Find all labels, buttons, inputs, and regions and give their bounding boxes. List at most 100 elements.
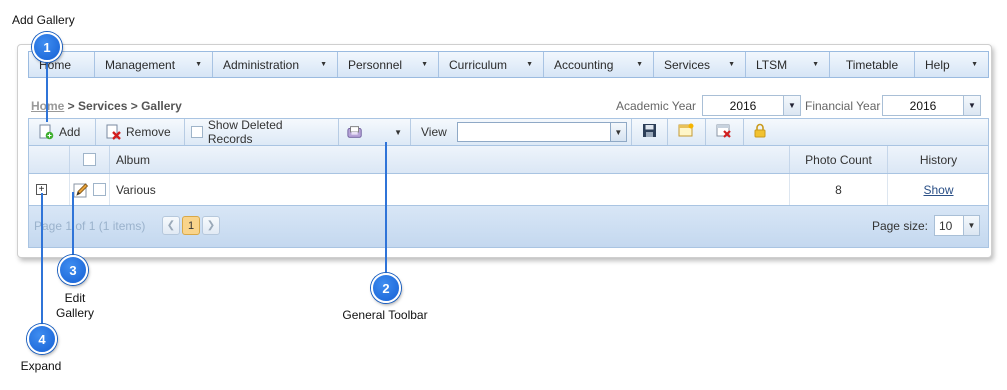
chevron-down-icon: ▼: [394, 127, 402, 137]
callout-2-badge: 2: [371, 273, 401, 303]
breadcrumb: Home > Services > Gallery: [31, 99, 182, 113]
export-menu-button[interactable]: ▼: [339, 119, 411, 145]
menu-item-personnel[interactable]: Personnel ▼: [338, 52, 439, 77]
menu-item-label: Management: [105, 57, 176, 72]
menu-item-label: Personnel: [348, 57, 403, 72]
new-view-icon: [678, 123, 694, 141]
dropdown-arrow-icon: ▼: [421, 61, 428, 68]
history-show-link[interactable]: Show: [923, 183, 953, 197]
menu-item-management[interactable]: Management ▼: [95, 52, 213, 77]
academic-year-label: Academic Year: [616, 99, 697, 113]
lock-view-button[interactable]: [744, 119, 777, 145]
callout-2-line: [385, 142, 387, 274]
remove-button[interactable]: Remove: [96, 119, 185, 145]
page-size-select[interactable]: 10 ▼: [934, 215, 980, 236]
dropdown-arrow-icon: ▼: [195, 61, 202, 68]
table-row: + Various 8 Show: [28, 174, 989, 205]
menu-item-timetable[interactable]: Timetable: [830, 52, 915, 77]
dropdown-arrow-icon: ▼: [636, 61, 643, 68]
callout-3-badge: 3: [58, 255, 88, 285]
export-icon: [347, 124, 363, 140]
chevron-down-icon[interactable]: ▼: [783, 96, 800, 115]
general-toolbar: Add Remove Show Deleted Records ▼ View ▼: [28, 118, 989, 146]
dropdown-arrow-icon: ▼: [320, 61, 327, 68]
financial-year-select[interactable]: 2016 ▼: [882, 95, 981, 116]
show-deleted-label: Show Deleted Records: [207, 118, 283, 146]
menu-item-label: Administration: [223, 57, 300, 72]
menu-item-label: Help: [925, 57, 950, 72]
menu-item-services[interactable]: Services ▼: [654, 52, 746, 77]
menu-item-administration[interactable]: Administration ▼: [213, 52, 338, 77]
menu-item-label: Curriculum: [449, 57, 508, 72]
chevron-down-icon[interactable]: ▼: [963, 96, 980, 115]
next-page-button[interactable]: ❯: [202, 216, 220, 235]
select-all-checkbox[interactable]: [83, 153, 96, 166]
show-deleted-checkbox[interactable]: [191, 126, 203, 138]
menu-item-label: Accounting: [554, 57, 614, 72]
grid-header-row: Album Photo Count History: [28, 146, 989, 174]
header-expand-column: [29, 146, 69, 173]
callout-4-badge: 4: [27, 324, 57, 354]
header-history[interactable]: History: [887, 146, 989, 173]
view-select[interactable]: ▼: [456, 122, 627, 142]
menu-item-label: Services: [664, 57, 711, 72]
save-view-button[interactable]: [630, 119, 668, 145]
view-label-cell: View: [411, 119, 457, 145]
photo-count-value: 8: [835, 182, 842, 197]
dropdown-arrow-icon: ▼: [728, 61, 735, 68]
edit-pencil-icon[interactable]: [73, 182, 89, 198]
lock-icon: [754, 123, 766, 141]
save-icon: [642, 123, 657, 141]
current-page-button[interactable]: 1: [182, 216, 200, 235]
show-deleted-records-toggle[interactable]: Show Deleted Records: [185, 118, 339, 146]
album-name: Various: [116, 182, 156, 197]
add-button-label: Add: [59, 125, 81, 139]
row-select-checkbox[interactable]: [93, 183, 106, 196]
financial-year-value: 2016: [909, 98, 937, 113]
chevron-down-icon[interactable]: ▼: [609, 123, 626, 141]
header-photo-count[interactable]: Photo Count: [789, 146, 887, 173]
academic-year-value: 2016: [729, 98, 757, 113]
header-album[interactable]: Album: [109, 146, 789, 173]
header-history-label: History: [919, 152, 958, 167]
menu-item-label: LTSM: [756, 57, 788, 72]
dropdown-arrow-icon: ▼: [812, 61, 819, 68]
menu-item-curriculum[interactable]: Curriculum ▼: [439, 52, 544, 77]
dropdown-arrow-icon: ▼: [526, 61, 533, 68]
callout-2-caption: General Toolbar: [342, 308, 428, 322]
delete-view-icon: [716, 123, 732, 141]
new-view-button[interactable]: [668, 119, 706, 145]
chevron-down-icon[interactable]: ▼: [963, 216, 979, 235]
breadcrumb-path: > Services > Gallery: [64, 99, 182, 113]
callout-4-caption: Expand: [20, 359, 62, 373]
menu-item-accounting[interactable]: Accounting ▼: [544, 52, 654, 77]
remove-page-icon: [105, 124, 121, 140]
page-size-label: Page size:: [871, 219, 928, 233]
add-page-icon: [38, 124, 54, 140]
add-button[interactable]: Add: [29, 119, 96, 145]
view-label: View: [421, 125, 447, 139]
history-cell: Show: [887, 174, 989, 205]
photo-count-cell: 8: [789, 174, 887, 205]
header-photo-count-label: Photo Count: [805, 152, 872, 167]
grid-pager: Page 1 of 1 (1 items) ❮ 1 ❯ Page size: 1…: [28, 205, 989, 248]
menu-item-ltsm[interactable]: LTSM ▼: [746, 52, 830, 77]
row-actions-cell: [69, 174, 109, 205]
callout-1-line: [46, 60, 48, 122]
page-title: Add Gallery: [12, 13, 75, 27]
page-size-value: 10: [939, 218, 953, 233]
header-select-column: [69, 146, 109, 173]
main-menu-bar: Home Management ▼ Administration ▼ Personn…: [28, 51, 989, 78]
view-select-value: [458, 123, 610, 141]
header-album-label: Album: [116, 152, 151, 167]
menu-item-help[interactable]: Help ▼: [915, 52, 988, 77]
callout-3-line: [72, 192, 74, 256]
pager-info: Page 1 of 1 (1 items): [34, 219, 146, 233]
menu-item-label: Timetable: [845, 57, 899, 72]
previous-page-button[interactable]: ❮: [162, 216, 180, 235]
dropdown-arrow-icon: ▼: [971, 61, 978, 68]
delete-view-button[interactable]: [706, 119, 744, 145]
callout-1-badge: 1: [32, 32, 62, 62]
academic-year-select[interactable]: 2016 ▼: [702, 95, 801, 116]
callout-3-caption: Edit Gallery: [55, 291, 94, 320]
